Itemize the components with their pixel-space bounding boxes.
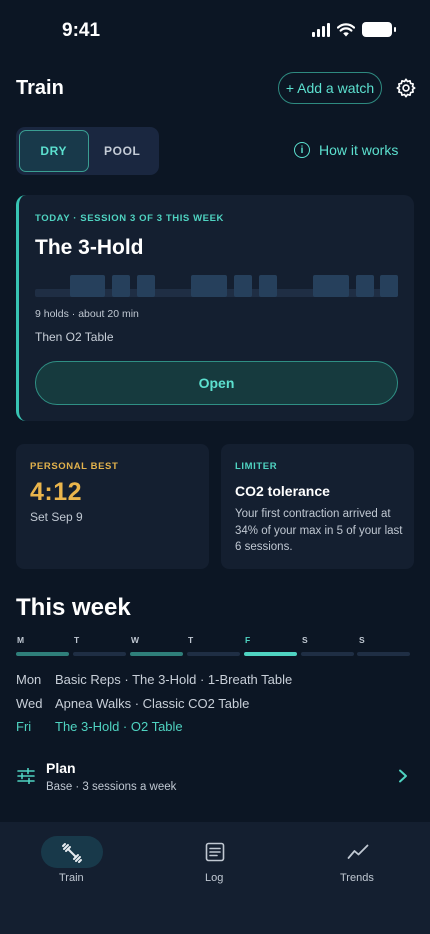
week-row-fri[interactable]: Fri The 3-Hold · O2 Table [16, 719, 183, 734]
add-watch-button[interactable]: + Add a watch [278, 72, 382, 104]
mode-pool-button[interactable]: POOL [89, 130, 157, 172]
session-eyebrow: TODAY · SESSION 3 OF 3 THIS WEEK [35, 213, 225, 224]
this-week-title: This week [16, 594, 131, 621]
week-row-mon[interactable]: Mon Basic Reps · The 3-Hold · 1-Breath T… [16, 672, 292, 687]
day-letter-thu: T [188, 635, 194, 645]
week-row-sessions: Apnea Walks · Classic CO2 Table [55, 696, 250, 711]
week-row-day: Fri [16, 719, 32, 734]
personal-best-eyebrow: PERSONAL BEST [30, 461, 119, 472]
sliders-icon [17, 768, 35, 784]
status-icons [312, 22, 396, 37]
plan-title[interactable]: Plan [46, 760, 76, 776]
day-bar-wed [130, 652, 183, 656]
limiter-eyebrow: LIMITER [235, 461, 278, 472]
dumbbell-icon[interactable] [61, 842, 83, 864]
limiter-body: Your first contraction arrived at 34% of… [235, 508, 403, 553]
limiter-title: CO2 tolerance [235, 483, 330, 499]
week-row-day: Wed [16, 696, 43, 711]
day-letter-fri: F [245, 635, 251, 645]
day-bar-thu [187, 652, 240, 656]
status-time: 9:41 [62, 20, 101, 41]
session-meta: 9 holds · about 20 min [35, 308, 139, 320]
chevron-right-icon[interactable] [398, 769, 408, 783]
battery-icon [362, 22, 396, 37]
list-icon[interactable] [205, 842, 225, 862]
hold-block [380, 275, 398, 297]
mode-toggle: DRY POOL [16, 127, 159, 175]
wifi-icon [337, 22, 355, 36]
hold-block [234, 275, 252, 297]
day-bar-fri [244, 652, 297, 656]
personal-best-value: 4:12 [30, 478, 83, 506]
how-it-works-label: How it works [319, 142, 399, 158]
signal-icon [312, 22, 330, 37]
day-letter-wed: W [131, 635, 140, 645]
day-bar-sun [357, 652, 410, 656]
plan-subtitle: Base · 3 sessions a week [46, 781, 177, 793]
day-letter-tue: T [74, 635, 80, 645]
nav-train-label[interactable]: Train [59, 872, 84, 884]
personal-best-date: Set Sep 9 [30, 510, 83, 524]
trend-line-icon[interactable] [347, 843, 369, 861]
hold-block [191, 275, 227, 297]
mode-dry-button[interactable]: DRY [19, 130, 89, 172]
week-row-sessions: The 3-Hold · O2 Table [55, 719, 183, 734]
day-bar-mon [16, 652, 69, 656]
hold-block [112, 275, 130, 297]
day-bar-sat [301, 652, 354, 656]
holds-timeline [35, 275, 398, 297]
day-bar-tue [73, 652, 126, 656]
week-row-wed[interactable]: Wed Apnea Walks · Classic CO2 Table [16, 696, 249, 711]
how-it-works-link[interactable]: i How it works [294, 142, 398, 158]
hold-block [137, 275, 155, 297]
hold-block [356, 275, 374, 297]
session-title: The 3-Hold [35, 236, 144, 259]
nav-trends-label[interactable]: Trends [340, 872, 374, 884]
page-title: Train [16, 77, 64, 99]
week-row-sessions: Basic Reps · The 3-Hold · 1-Breath Table [55, 672, 293, 687]
hold-block [259, 275, 277, 297]
week-row-day: Mon [16, 672, 42, 687]
gear-icon[interactable] [395, 77, 417, 99]
hold-block [313, 275, 349, 297]
day-letter-sat: S [302, 635, 308, 645]
day-letter-mon: M [17, 635, 25, 645]
nav-log-label[interactable]: Log [205, 872, 223, 884]
info-icon: i [294, 142, 310, 158]
open-session-button[interactable]: Open [35, 361, 398, 405]
session-then: Then O2 Table [35, 330, 114, 344]
day-letter-sun: S [359, 635, 365, 645]
hold-block [70, 275, 105, 297]
